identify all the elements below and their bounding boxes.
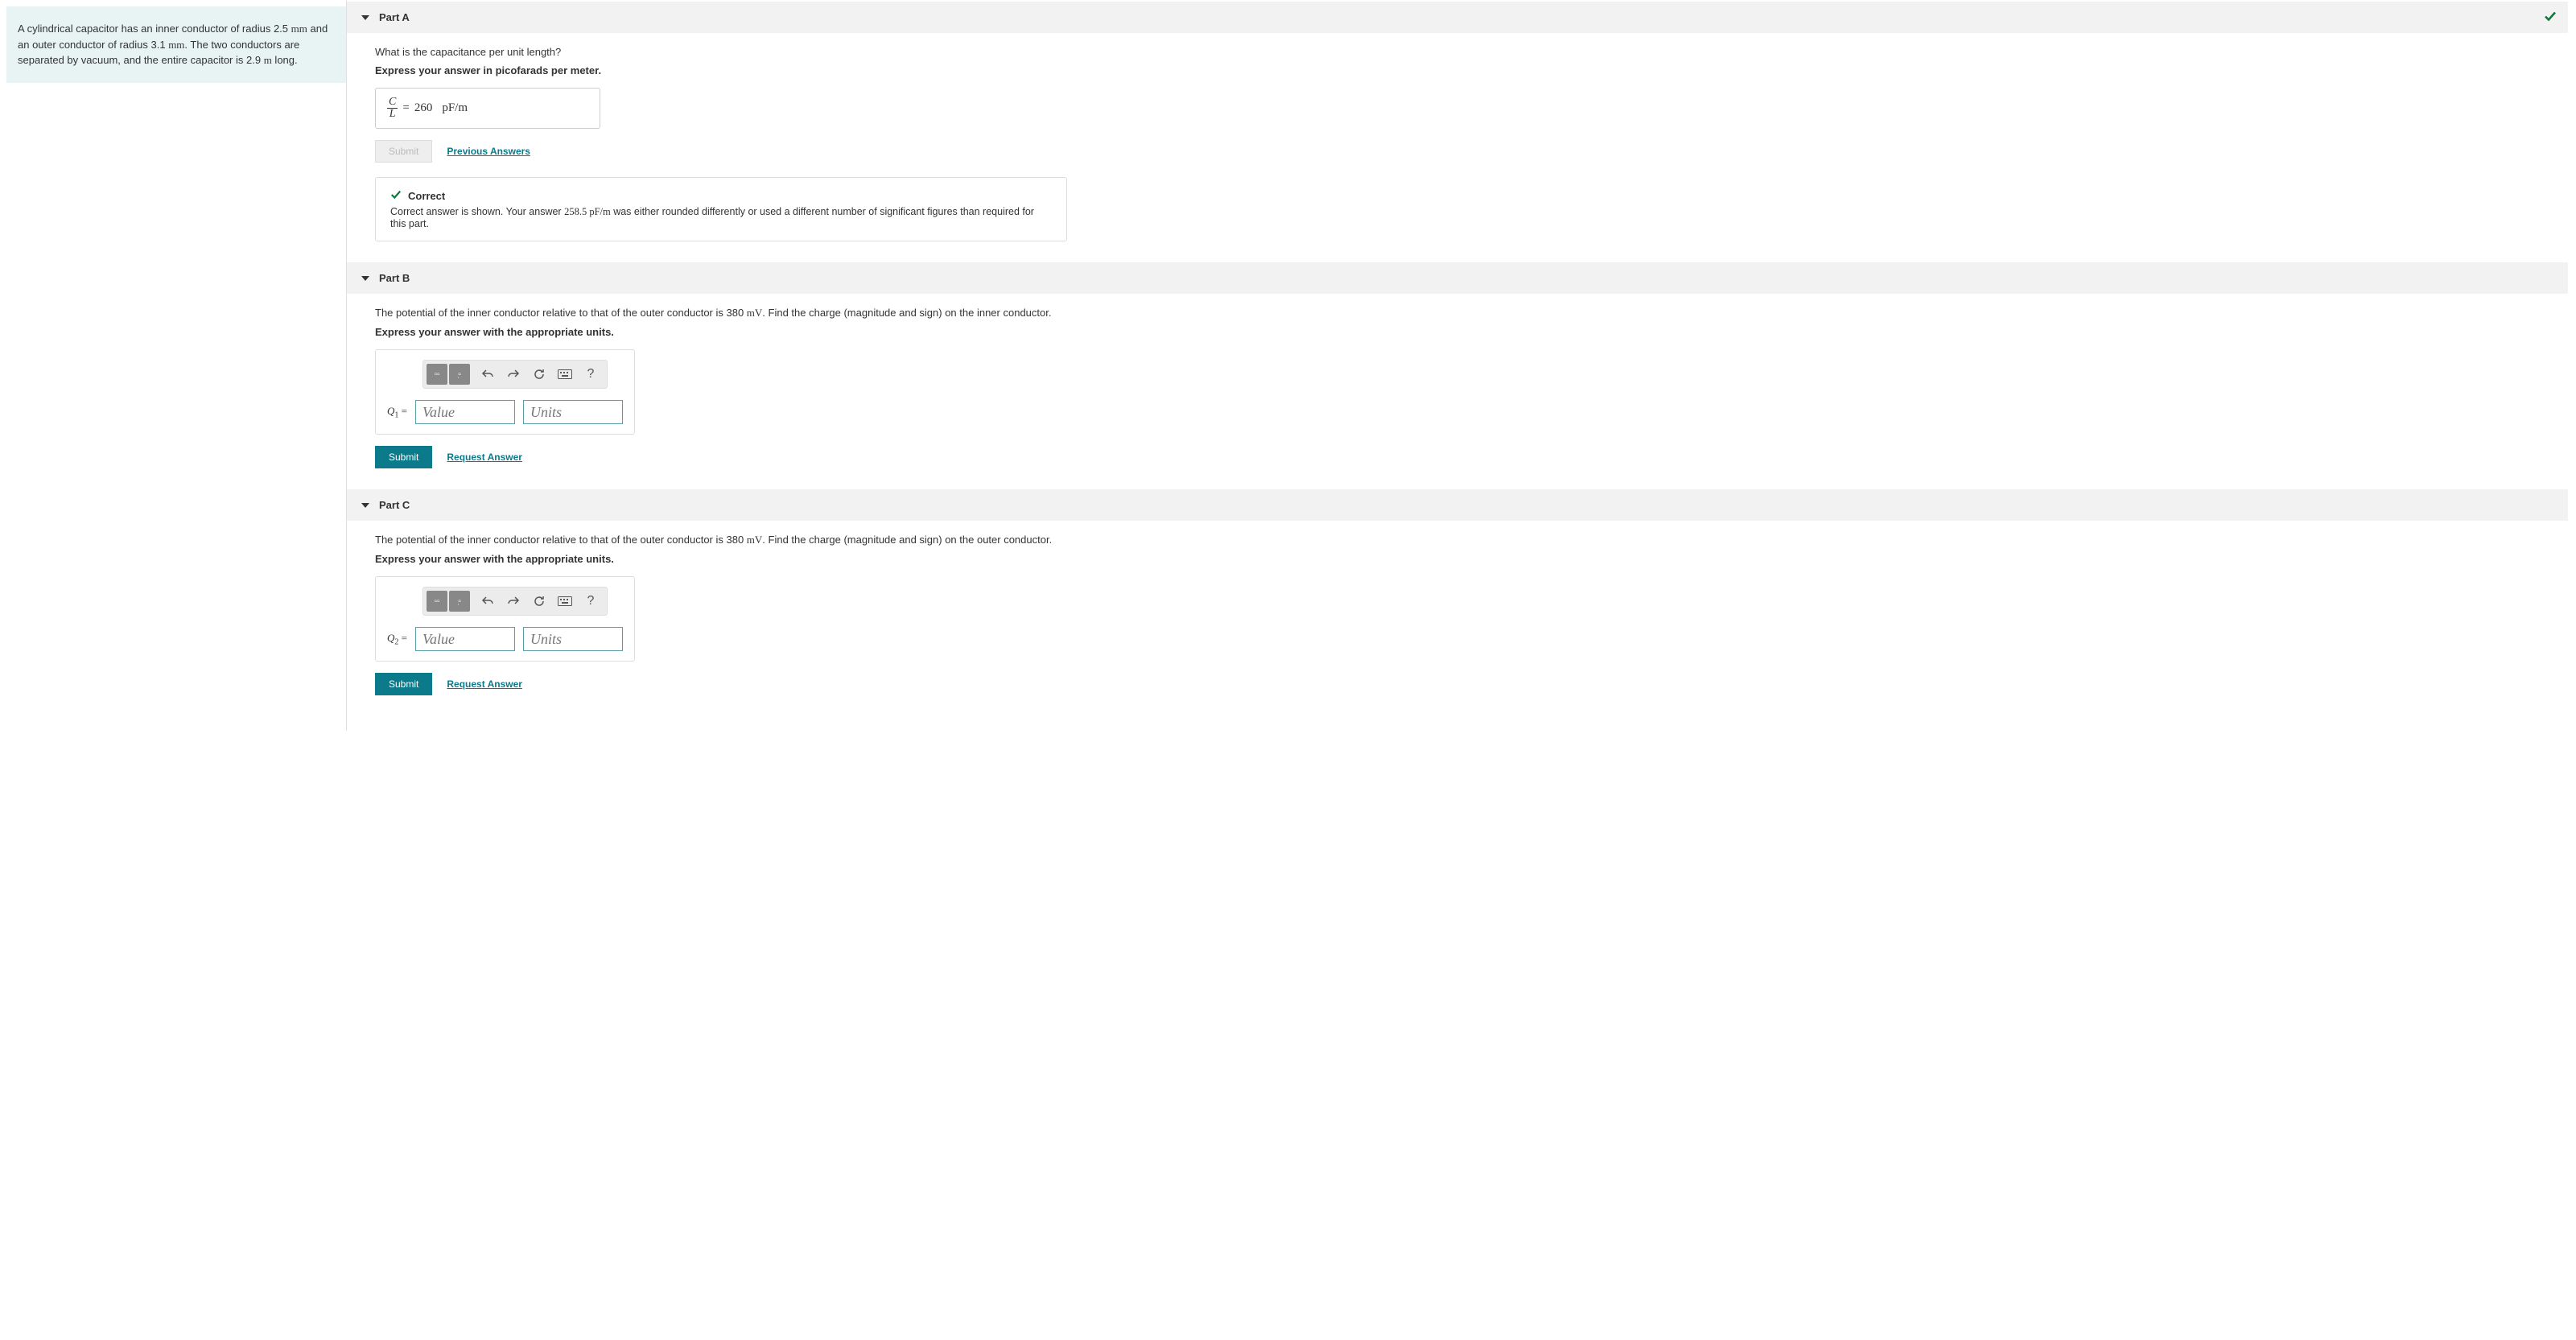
feedback-correct: Correct Correct answer is shown. Your an… [375,177,1067,241]
equation-toolbar: ▫▫ ▫̣ ? [422,587,608,616]
part-b-body: The potential of the inner conductor rel… [347,294,2568,488]
var-eq: = [398,632,407,644]
var-letter: Q [387,632,394,644]
reset-icon[interactable] [531,593,547,609]
part-a-button-row: Submit Previous Answers [375,140,2568,163]
undo-icon[interactable] [480,593,496,609]
q-unit: mV [747,307,763,319]
toolbar-templates: ▫▫ ▫̣ [427,364,470,385]
value-input[interactable] [415,627,515,651]
problem-text: long. [272,54,298,66]
part-b-input-row: Q1 = [387,400,623,424]
part-b-header[interactable]: Part B [347,262,2568,294]
answer-value: 260 [414,101,433,115]
part-b-input-panel: ▫▫ ▫̣ ? Q1 = [375,349,635,435]
frac-den: L [388,109,398,120]
part-a-body: What is the capacitance per unit length?… [347,33,2568,261]
keyboard-icon[interactable] [557,593,573,609]
parts-container: Part A What is the capacitance per unit … [346,0,2576,731]
part-b-question: The potential of the inner conductor rel… [375,307,2568,320]
part-c-header[interactable]: Part C [347,489,2568,521]
redo-icon[interactable] [505,593,521,609]
part-a-instruction: Express your answer in picofarads per me… [375,64,2568,76]
submit-button[interactable]: Submit [375,673,432,695]
part-c-body: The potential of the inner conductor rel… [347,521,2568,715]
template-button-2[interactable]: ▫̣ [449,591,470,612]
q-unit: mV [747,534,763,546]
unit-mm-1: mm [291,23,307,35]
check-icon [390,189,402,203]
caret-down-icon [361,15,369,20]
check-icon [2544,10,2557,25]
variable-q2: Q2 = [387,632,407,647]
frac-num: C [387,97,398,109]
fb-value: 258.5 [564,206,587,217]
part-c-title: Part C [379,499,410,511]
feedback-title: Correct [408,190,445,202]
template-button-1[interactable]: ▫▫ [427,364,447,385]
q-text: . Find the charge (magnitude and sign) o… [762,534,1052,546]
submit-button[interactable]: Submit [375,446,432,468]
part-a-question: What is the capacitance per unit length? [375,46,2568,58]
units-input[interactable] [523,400,623,424]
part-c-instruction: Express your answer with the appropriate… [375,553,2568,565]
request-answer-link[interactable]: Request Answer [447,678,522,690]
answer-unit: pF/m [442,101,468,115]
toolbar-templates: ▫▫ ▫̣ [427,591,470,612]
q-text: The potential of the inner conductor rel… [375,534,747,546]
part-c-input-row: Q2 = [387,627,623,651]
problem-sidebar: A cylindrical capacitor has an inner con… [0,0,346,731]
var-eq: = [398,405,407,417]
previous-answers-link[interactable]: Previous Answers [447,146,530,157]
part-a-title: Part A [379,11,410,23]
equals: = [402,101,409,115]
q-text: . Find the charge (magnitude and sign) o… [762,307,1051,319]
fb-text: Correct answer is shown. Your answer [390,206,564,217]
caret-down-icon [361,276,369,281]
part-c-button-row: Submit Request Answer [375,673,2568,695]
reset-icon[interactable] [531,366,547,382]
part-b-instruction: Express your answer with the appropriate… [375,326,2568,338]
fb-unit: pF/m [587,206,611,217]
feedback-body: Correct answer is shown. Your answer 258… [390,206,1052,229]
units-input[interactable] [523,627,623,651]
variable-q1: Q1 = [387,405,407,420]
undo-icon[interactable] [480,366,496,382]
part-c-input-panel: ▫▫ ▫̣ ? Q2 = [375,576,635,662]
fraction-c-over-l: C L [387,97,398,120]
part-b-button-row: Submit Request Answer [375,446,2568,468]
value-input[interactable] [415,400,515,424]
caret-down-icon [361,503,369,508]
redo-icon[interactable] [505,366,521,382]
unit-mm-2: mm [168,39,184,51]
request-answer-link[interactable]: Request Answer [447,451,522,463]
part-b-title: Part B [379,272,410,284]
part-c-question: The potential of the inner conductor rel… [375,534,2568,546]
keyboard-icon[interactable] [557,366,573,382]
problem-statement: A cylindrical capacitor has an inner con… [6,6,346,83]
q-text: The potential of the inner conductor rel… [375,307,747,319]
var-letter: Q [387,405,394,417]
template-button-2[interactable]: ▫̣ [449,364,470,385]
unit-m: m [264,54,272,66]
part-a-answer-display: C L = 260 pF/m [375,88,600,129]
help-icon[interactable]: ? [583,593,599,609]
help-icon[interactable]: ? [583,366,599,382]
part-a-header[interactable]: Part A [347,2,2568,33]
problem-text: A cylindrical capacitor has an inner con… [18,23,291,35]
submit-button-disabled: Submit [375,140,432,163]
feedback-heading: Correct [390,189,1052,203]
template-button-1[interactable]: ▫▫ [427,591,447,612]
equation-toolbar: ▫▫ ▫̣ ? [422,360,608,389]
